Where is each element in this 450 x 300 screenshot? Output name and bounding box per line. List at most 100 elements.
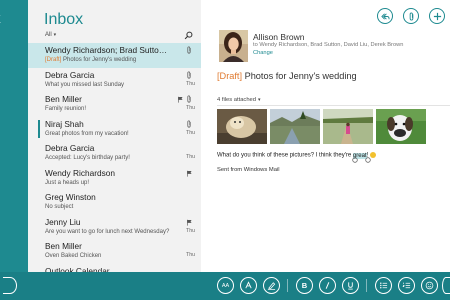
folder-pane: ook	[0, 0, 28, 272]
attachment-icon	[187, 46, 191, 54]
selection-handles-icon[interactable]	[352, 157, 374, 163]
message-date: Thu	[186, 105, 195, 111]
message-row[interactable]: Wendy Richardson; Brad Sutton; David [Dra…	[28, 43, 201, 68]
message-subject-line: Just a heads up!	[45, 179, 195, 187]
message-sender: Niraj Shah	[45, 118, 84, 129]
message-subject-line: Family reunion!	[45, 105, 195, 113]
flag-icon[interactable]	[186, 219, 193, 226]
font-size-button[interactable]: AA	[217, 277, 234, 294]
numbered-list-button[interactable]	[398, 277, 415, 294]
attachments-toggle[interactable]: 4 files attached ▾	[217, 97, 261, 103]
message-row[interactable]: Outlook CalendarOne-on-one with Colleen …	[28, 264, 201, 273]
reply-all-icon	[380, 12, 390, 20]
appbar-partial-button[interactable]	[3, 277, 17, 294]
message-list: Wendy Richardson; Brad Sutton; David [Dra…	[28, 43, 201, 272]
recipients-list: to Wendy Richardson, Brad Sutton, David …	[253, 42, 404, 48]
message-subject: Family reunion!	[45, 106, 87, 112]
message-sender: Ben Miller	[45, 94, 82, 104]
message-row[interactable]: Ben Miller Oven Baked Chicken Thu	[28, 239, 201, 264]
message-sender: Wendy Richardson	[45, 167, 115, 178]
attachments-label: 4 files attached	[217, 97, 256, 103]
appbar-separator	[287, 279, 288, 292]
app-bar: AA B	[0, 272, 450, 300]
bulleted-list-icon	[380, 282, 388, 289]
message-date: Thu	[186, 80, 195, 87]
font-color-button[interactable]	[240, 277, 257, 294]
bulleted-list-button[interactable]	[375, 277, 392, 294]
appbar-separator	[366, 279, 367, 292]
filter-label: All	[45, 32, 52, 38]
highlight-icon	[267, 282, 276, 290]
emoji-icon	[425, 281, 434, 290]
message-subject: Great photos from my vacation!	[45, 130, 129, 137]
search-icon[interactable]	[184, 31, 193, 40]
font-size-icon: AA	[221, 282, 230, 289]
bold-button[interactable]: B	[296, 277, 313, 294]
chevron-down-icon: ▾	[53, 32, 57, 38]
message-row[interactable]: Ben Miller Family reunion! Thu	[28, 92, 201, 117]
emoji-button[interactable]	[421, 277, 438, 294]
message-date: Thu	[186, 154, 195, 160]
message-sender: Debra Garcia	[45, 69, 95, 80]
message-date: Thu	[186, 129, 195, 136]
attach-button[interactable]	[403, 8, 419, 24]
message-subject-line: [Draft] Photos for Jenny's wedding	[45, 56, 195, 64]
filter-dropdown[interactable]: All ▾	[45, 32, 56, 38]
photo-thumbnail-girl[interactable]	[323, 109, 373, 144]
unread-indicator	[38, 119, 40, 138]
message-subject[interactable]: [Draft] Photos for Jenny's wedding	[217, 71, 357, 81]
folder-title: Inbox	[44, 11, 84, 28]
message-subject: Just a heads up!	[45, 179, 90, 186]
flag-icon[interactable]	[186, 170, 193, 177]
photo-thumbnail-dog[interactable]	[376, 109, 426, 144]
sender-avatar	[219, 30, 248, 62]
message-subject-line: Are you want to go for lunch next Wednes…	[45, 228, 195, 236]
message-sender: Ben Miller	[45, 241, 82, 251]
add-button[interactable]	[429, 8, 445, 24]
italic-icon	[325, 282, 330, 289]
reply-all-button[interactable]	[377, 8, 393, 24]
sender-name[interactable]: Allison Brown	[253, 32, 305, 42]
divider	[217, 105, 450, 106]
message-row[interactable]: Niraj Shah Great photos from my vacation!…	[28, 117, 201, 142]
attach-icon	[409, 11, 413, 21]
message-subject-line: No subject	[45, 203, 195, 211]
flag-icon[interactable]	[177, 96, 184, 103]
message-row[interactable]: Jenny Liu Are you want to go for lunch ne…	[28, 215, 201, 240]
link-button[interactable]	[442, 277, 450, 294]
message-subject: No subject	[45, 204, 74, 210]
highlight-button[interactable]	[263, 277, 280, 294]
subject-text: Photos for Jenny's wedding	[242, 71, 357, 81]
message-subject-line: Accepted: Lucy's birthday party!	[45, 154, 195, 162]
bold-icon: B	[301, 281, 308, 290]
message-row[interactable]: Debra Garcia Accepted: Lucy's birthday pa…	[28, 141, 201, 166]
message-date: Thu	[186, 227, 195, 234]
font-color-icon	[245, 281, 252, 289]
message-row[interactable]: Wendy Richardson Just a heads up!	[28, 166, 201, 191]
draft-tag: [Draft]	[45, 57, 62, 63]
attachment-icon	[187, 95, 191, 103]
underline-button[interactable]	[342, 277, 359, 294]
message-row[interactable]: Debra Garcia What you missed last Sunday T…	[28, 68, 201, 93]
chevron-down-icon: ▾	[258, 97, 261, 103]
message-subject-line: Oven Baked Chicken	[45, 252, 195, 260]
attachment-icon	[187, 119, 191, 128]
photo-thumbnail-lake[interactable]	[270, 109, 320, 144]
italic-button[interactable]	[319, 277, 336, 294]
message-row[interactable]: Greg Winston No subject	[28, 190, 201, 215]
message-subject: What you missed last Sunday	[45, 81, 125, 88]
photo-thumbnail-cat[interactable]	[217, 109, 267, 144]
change-sender-link[interactable]: Change	[253, 50, 273, 56]
numbered-list-icon	[402, 282, 411, 289]
message-subject-line: Great photos from my vacation!	[45, 130, 195, 138]
message-subject: Accepted: Lucy's birthday party!	[45, 155, 130, 161]
message-sender: Debra Garcia	[45, 143, 95, 153]
underline-icon	[348, 282, 353, 290]
message-sender: Greg Winston	[45, 192, 96, 202]
message-subject: Oven Baked Chicken	[45, 253, 102, 259]
message-sender: Wendy Richardson; Brad Sutton; David	[45, 45, 190, 55]
message-date: Thu	[186, 252, 195, 258]
signature: Sent from Windows Mail	[217, 167, 280, 173]
message-subject-line: What you missed last Sunday	[45, 81, 195, 89]
attachment-thumbnails	[217, 109, 426, 144]
